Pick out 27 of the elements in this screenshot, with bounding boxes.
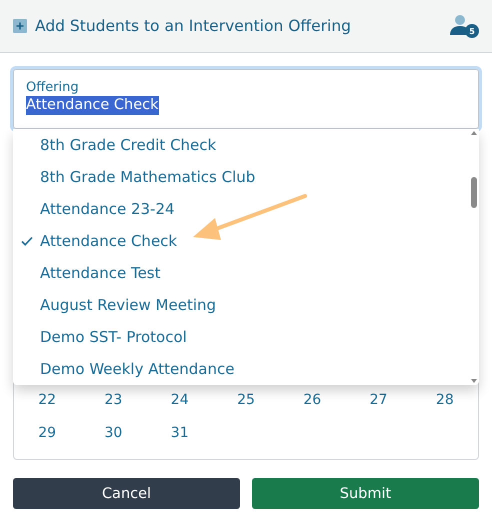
dropdown-option[interactable]: 8th Grade Credit Check [13,129,469,161]
scrollbar[interactable] [469,129,479,385]
add-icon [13,19,27,33]
calendar-day[interactable]: 30 [104,424,122,440]
dropdown-option[interactable]: Attendance Test [13,257,469,289]
calendar-day[interactable]: 26 [303,392,322,408]
submit-button[interactable]: Submit [252,478,479,509]
cancel-button[interactable]: Cancel [13,478,240,509]
calendar-day[interactable]: 27 [370,392,388,408]
field-label: Offering [26,80,79,95]
count-badge: 5 [465,24,479,38]
dropdown-option[interactable]: August Review Meeting [13,289,469,321]
dialog-title: Add Students to an Intervention Offering [35,17,352,35]
calendar-day[interactable]: 24 [170,392,189,408]
calendar-day[interactable]: 22 [38,392,56,408]
calendar-day[interactable]: 29 [38,424,56,440]
calendar-day[interactable]: 25 [237,392,255,408]
dropdown-option[interactable]: Demo SST- Protocol [13,321,469,353]
field-value: Attendance Check [26,96,159,115]
dropdown-option[interactable]: Demo Weekly Attendance [13,353,469,385]
calendar-day[interactable]: 31 [170,424,189,440]
dropdown-option[interactable]: Attendance Check [13,225,469,257]
calendar-day[interactable]: 23 [104,392,122,408]
calendar-day[interactable]: 28 [436,392,454,408]
offering-field[interactable]: Offering Attendance Check [13,69,479,129]
dropdown-option[interactable]: 8th Grade Mathematics Club [13,161,469,193]
dropdown-option[interactable]: Attendance 23-24 [13,193,469,225]
